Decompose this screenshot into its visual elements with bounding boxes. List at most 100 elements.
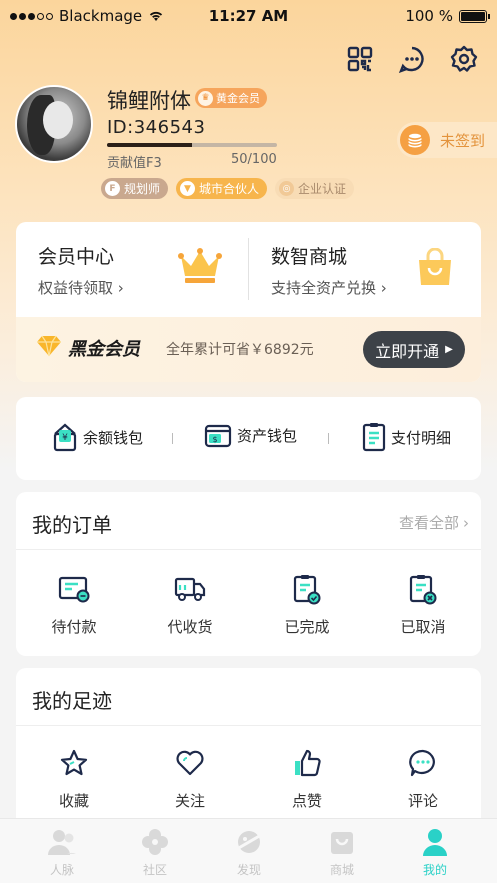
- divider: [16, 725, 481, 726]
- asset-wallet[interactable]: $ 资产钱包: [204, 422, 297, 448]
- asset-wallet-label: 资产钱包: [237, 426, 298, 445]
- footprint-title: 我的足迹: [32, 689, 112, 713]
- digital-mall[interactable]: 数智商城 支持全资产兑换 ›: [249, 222, 481, 316]
- diamond-icon: [36, 335, 62, 361]
- chevron-right-icon: ›: [463, 513, 469, 532]
- order-label: 已取消: [400, 618, 446, 636]
- heart-icon: [150, 746, 230, 780]
- member-tag-label: 黄金会员: [216, 92, 260, 105]
- role-tag-enterprise[interactable]: ◎ 企业认证: [275, 178, 355, 199]
- bottom-tab-bar: 人脉 社区 发现 商城 我的: [0, 818, 497, 883]
- tab-discover[interactable]: 发现: [214, 827, 284, 878]
- battery-percent: 100 %: [405, 7, 453, 25]
- person-icon: [400, 827, 470, 857]
- tab-label: 我的: [422, 863, 447, 877]
- footprint-likes[interactable]: 点赞: [267, 746, 347, 811]
- payment-details-label: 支付明细: [391, 428, 452, 447]
- footprint-label: 关注: [174, 792, 205, 810]
- vip-desc: 全年累计可省￥6892元: [166, 342, 314, 358]
- star-icon: [34, 746, 114, 780]
- tab-mall[interactable]: 商城: [307, 827, 377, 878]
- vip-name: 黑金会员: [68, 339, 140, 360]
- username: 锦鲤附体: [107, 89, 191, 113]
- member-center-title: 会员中心: [38, 246, 115, 268]
- crown-badge-icon: ♛: [198, 90, 213, 106]
- balance-wallet-label: 余额钱包: [83, 428, 144, 447]
- battery-icon: [459, 9, 490, 23]
- member-center[interactable]: 会员中心 权益待领取 ›: [16, 222, 248, 316]
- people-icon: [27, 827, 97, 857]
- order-cancelled[interactable]: 已取消: [383, 572, 463, 637]
- footprint-following[interactable]: 关注: [150, 746, 230, 811]
- footprint-comments[interactable]: 评论: [383, 746, 463, 811]
- footprint-card: 我的足迹 收藏 关注 点赞 评论: [16, 668, 481, 828]
- black-gold-vip-bar[interactable]: 黑金会员 全年累计可省￥6892元 立即开通 ▶: [16, 317, 481, 382]
- orders-title: 我的订单: [32, 513, 112, 537]
- avatar[interactable]: [15, 85, 93, 163]
- contribution-progress: [107, 143, 277, 147]
- crown-icon: [178, 248, 222, 288]
- footprint-label: 收藏: [58, 792, 89, 810]
- svg-text:¥: ¥: [62, 433, 68, 443]
- orders-card: 我的订单 查看全部 › 待付款 代收货 已完成 已取消: [16, 492, 481, 656]
- contribution-count: 50/100: [231, 152, 277, 167]
- checkin-label: 未签到: [440, 131, 486, 150]
- contribution-label: 贡献值F3: [107, 156, 162, 171]
- qr-code-icon[interactable]: [345, 44, 375, 74]
- role-tag-planner[interactable]: F 规划师: [101, 178, 169, 199]
- role-tags: F 规划师 ▼ 城市合伙人 ◎ 企业认证: [101, 178, 355, 199]
- status-bar: Blackmage 11:27 AM 100 %: [0, 0, 497, 32]
- bag-icon: [307, 827, 377, 857]
- order-to-receive[interactable]: 代收货: [150, 572, 230, 637]
- wallet-card: ¥ 余额钱包 $ 资产钱包 支付明细: [16, 397, 481, 480]
- member-card: 会员中心 权益待领取 › 数智商城 支持全资产兑换 › 黑金会员 全年累计可省￥…: [16, 222, 481, 382]
- divider: [16, 549, 481, 550]
- balance-wallet[interactable]: ¥ 余额钱包: [52, 422, 143, 452]
- order-label: 已完成: [284, 618, 330, 636]
- footprint-label: 点赞: [291, 792, 322, 810]
- enterprise-icon: ◎: [279, 181, 295, 196]
- digital-mall-title: 数智商城: [271, 246, 348, 268]
- comment-icon: [383, 746, 463, 780]
- payment-details[interactable]: 支付明细: [362, 422, 451, 452]
- cancelled-clipboard-icon: [383, 572, 463, 606]
- balance-wallet-icon: ¥: [53, 423, 77, 452]
- play-arrow-icon: ▶: [445, 344, 453, 355]
- member-center-sub: 权益待领取 ›: [38, 279, 124, 297]
- thumbs-up-icon: [267, 746, 347, 780]
- user-id: ID:346543: [107, 117, 206, 138]
- role-label: 规划师: [124, 182, 161, 196]
- footprint-favorites[interactable]: 收藏: [34, 746, 114, 811]
- asset-wallet-icon: $: [204, 424, 232, 448]
- settings-icon[interactable]: [449, 44, 479, 74]
- shopping-bag-icon: [415, 247, 455, 292]
- pending-payment-icon: [34, 572, 114, 606]
- planner-icon: F: [105, 181, 120, 196]
- checkin-button[interactable]: 未签到: [397, 122, 497, 158]
- order-pending-payment[interactable]: 待付款: [34, 572, 114, 637]
- member-tag: ♛ 黄金会员: [195, 88, 267, 108]
- message-icon[interactable]: [397, 44, 427, 74]
- order-completed[interactable]: 已完成: [267, 572, 347, 637]
- view-all-link[interactable]: 查看全部 ›: [399, 512, 469, 533]
- order-label: 代收货: [167, 618, 213, 636]
- separator: [328, 433, 329, 444]
- footprint-label: 评论: [407, 792, 438, 810]
- role-tag-partner[interactable]: ▼ 城市合伙人: [176, 178, 268, 199]
- tab-community[interactable]: 社区: [120, 827, 190, 878]
- open-vip-button[interactable]: 立即开通 ▶: [363, 331, 465, 368]
- tab-contacts[interactable]: 人脉: [27, 827, 97, 878]
- partner-icon: ▼: [180, 181, 196, 196]
- coin-stack-icon: [400, 125, 430, 155]
- completed-clipboard-icon: [267, 572, 347, 606]
- svg-text:$: $: [212, 435, 217, 444]
- tab-me[interactable]: 我的: [400, 827, 470, 878]
- top-toolbar: [345, 44, 479, 74]
- delivery-truck-icon: [150, 572, 230, 606]
- tab-label: 商城: [329, 863, 354, 877]
- payment-details-icon: [362, 423, 386, 452]
- role-label: 城市合伙人: [199, 182, 260, 196]
- tab-label: 发现: [236, 863, 261, 877]
- flower-icon: [120, 827, 190, 857]
- open-vip-label: 立即开通: [375, 341, 440, 361]
